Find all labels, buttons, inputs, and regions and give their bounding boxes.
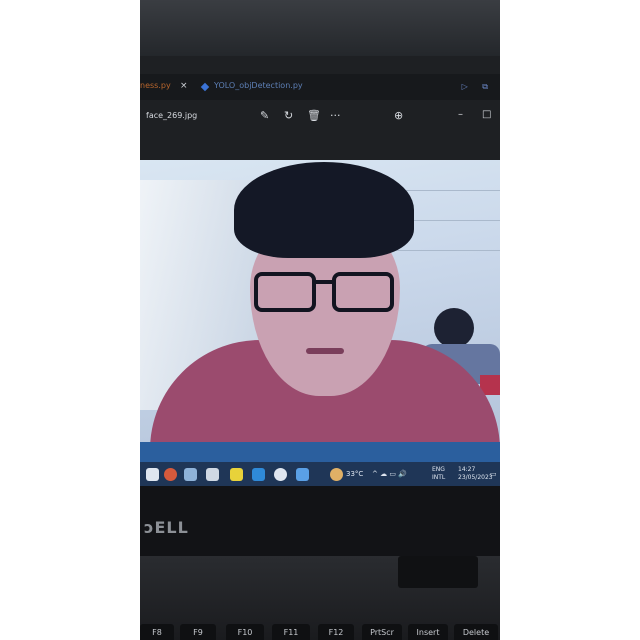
weather-icon: [330, 468, 343, 481]
maximize-icon[interactable]: □: [482, 109, 491, 120]
notes-icon[interactable]: [230, 468, 243, 481]
date: 23/05/2023: [458, 474, 493, 481]
app-icon[interactable]: [206, 468, 219, 481]
file-name: face_269.jpg: [146, 111, 198, 120]
rotate-icon[interactable]: ↻: [284, 109, 293, 122]
clock[interactable]: 14:27 23/05/2023: [458, 466, 493, 482]
python-file-icon: [200, 82, 210, 92]
key-f9[interactable]: F9: [180, 624, 216, 640]
more-icon[interactable]: ···: [330, 109, 341, 122]
tab-yolo[interactable]: YOLO_objDetection.py: [214, 81, 303, 90]
delete-icon[interactable]: 🗑: [307, 109, 321, 122]
background-person-head: [434, 308, 474, 348]
editor-tab-bar: ness.py × YOLO_objDetection.py ▷ ⧉: [140, 74, 500, 100]
minimize-icon[interactable]: –: [458, 109, 463, 120]
brand-logo: ɔELL: [144, 518, 189, 537]
tab-close-icon[interactable]: ×: [180, 81, 188, 91]
glasses-left-lens: [254, 272, 316, 312]
key-insert[interactable]: Insert: [408, 624, 448, 640]
glasses-right-lens: [332, 272, 394, 312]
hair: [234, 162, 414, 258]
start-icon[interactable]: [146, 468, 159, 481]
laptop-screen-photo: ness.py × YOLO_objDetection.py ▷ ⧉ face_…: [140, 0, 500, 640]
key-delete[interactable]: Delete: [454, 624, 498, 640]
run-icon[interactable]: ▷ ⧉: [462, 82, 494, 92]
laptop-top-bezel: [140, 0, 500, 56]
lower-bezel: [140, 486, 500, 556]
language-indicator[interactable]: ENG INTL: [432, 466, 445, 482]
explorer-icon[interactable]: [184, 468, 197, 481]
weather-temp: 33°C: [346, 470, 364, 478]
displayed-photo: [140, 160, 500, 442]
chat-icon[interactable]: [274, 468, 287, 481]
key-prtscr[interactable]: PrtScr: [362, 624, 402, 640]
lang-top: ENG: [432, 466, 445, 473]
key-f12[interactable]: F12: [318, 624, 354, 640]
key-f8[interactable]: F8: [140, 624, 174, 640]
hinge: [398, 556, 478, 588]
tab-active[interactable]: ness.py: [140, 81, 171, 90]
tray-icons[interactable]: ^ ☁ ▭ 🔊: [372, 470, 407, 478]
mouth: [306, 348, 344, 354]
vscode-icon[interactable]: [252, 468, 265, 481]
key-f11[interactable]: F11: [272, 624, 310, 640]
glasses-bridge: [314, 280, 334, 284]
zoom-in-icon[interactable]: ⊕: [394, 109, 403, 122]
lang-bottom: INTL: [432, 474, 446, 481]
photo-viewer-toolbar: face_269.jpg ✎ ↻ 🗑 ··· ⊕ – □: [140, 104, 500, 130]
browser-icon[interactable]: [164, 468, 177, 481]
time: 14:27: [458, 466, 476, 473]
photos-icon[interactable]: [296, 468, 309, 481]
notification-icon[interactable]: ▭: [490, 470, 497, 478]
key-f10[interactable]: F10: [226, 624, 264, 640]
edit-icon[interactable]: ✎: [260, 109, 269, 122]
